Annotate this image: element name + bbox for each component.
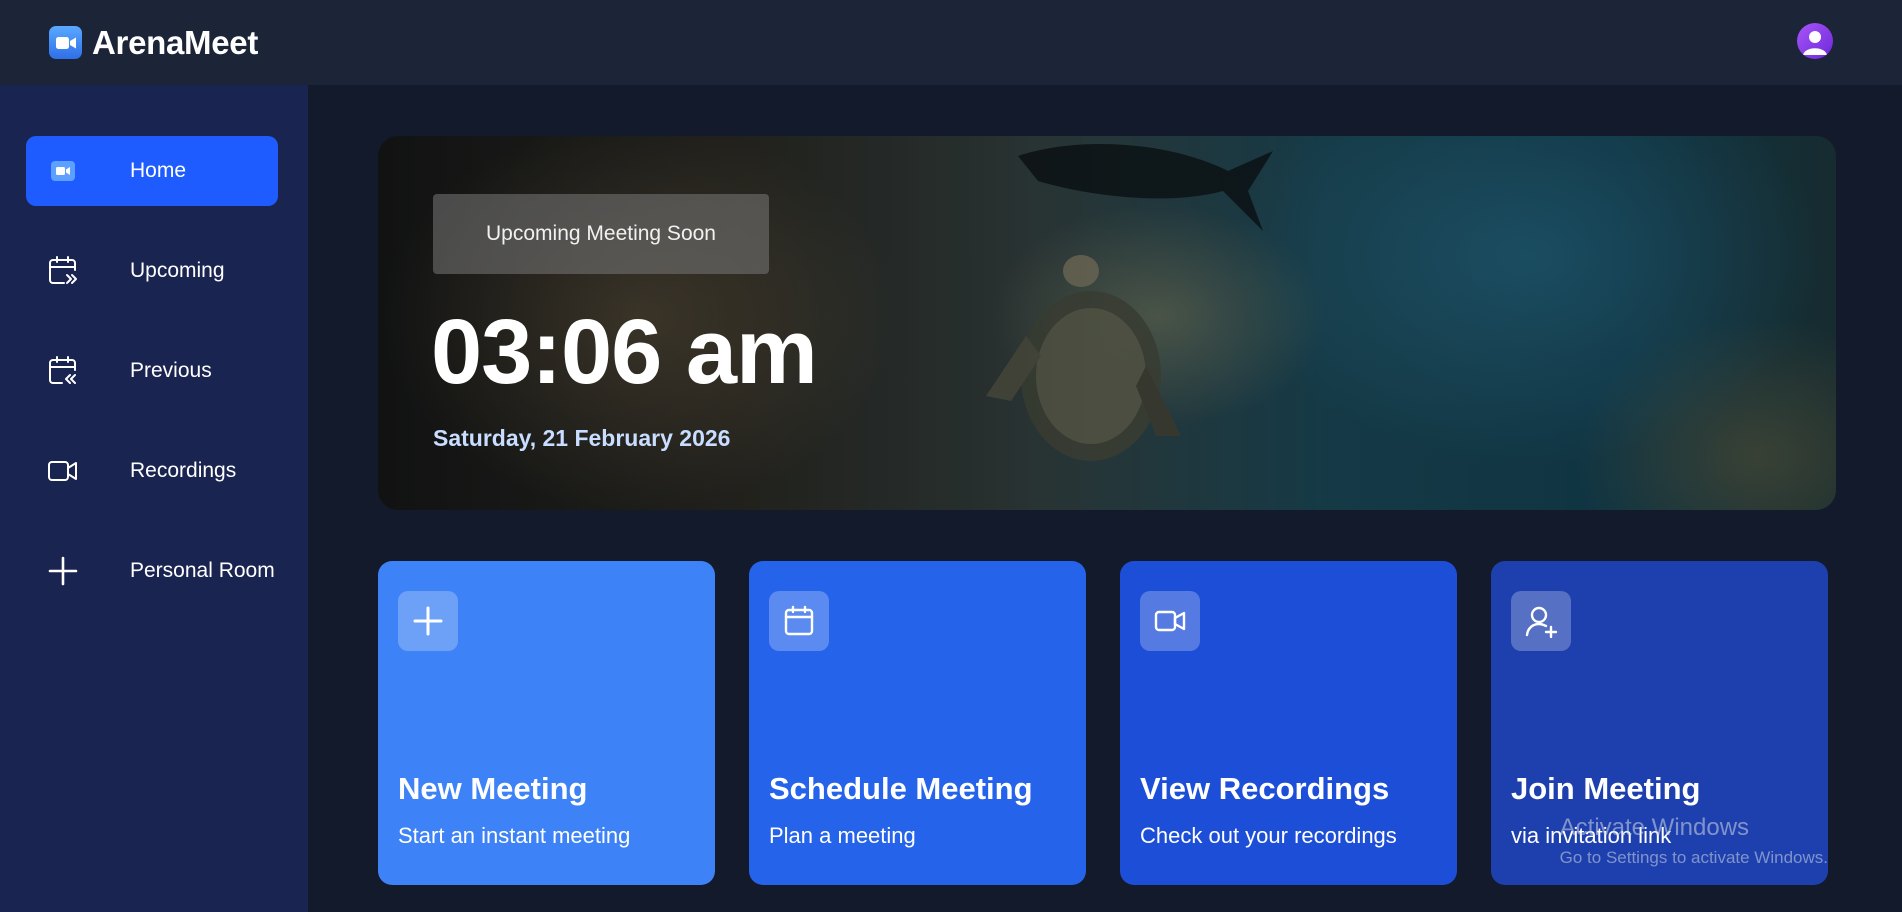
home-video-icon	[46, 154, 80, 188]
upcoming-meeting-badge: Upcoming Meeting Soon	[433, 194, 769, 274]
card-subtitle: Check out your recordings	[1140, 823, 1397, 848]
sidebar-item-label: Previous	[130, 359, 212, 382]
video-camera-icon	[49, 26, 82, 59]
calendar-forward-icon	[46, 254, 80, 288]
sidebar-item-personal-room[interactable]: Personal Room	[26, 536, 278, 606]
card-title: New Meeting	[398, 771, 588, 806]
sidebar-item-home[interactable]: Home	[26, 136, 278, 206]
sidebar-item-recordings[interactable]: Recordings	[26, 436, 278, 506]
card-subtitle: Start an instant meeting	[398, 823, 631, 848]
calendar-back-icon	[46, 354, 80, 388]
card-title: View Recordings	[1140, 771, 1390, 806]
watermark-title: Activate Windows	[1559, 814, 1750, 841]
sidebar-item-label: Home	[130, 159, 187, 182]
app-logo[interactable]: ArenaMeet	[49, 24, 258, 62]
current-date: Saturday, 21 February 2026	[433, 425, 731, 451]
video-icon	[46, 454, 80, 488]
sidebar-item-label: Personal Room	[130, 559, 275, 582]
card-title: Schedule Meeting	[769, 771, 1033, 806]
view-recordings-card[interactable]: View Recordings Check out your recording…	[1120, 561, 1457, 885]
main-content: Upcoming Meeting Soon 03:06 am Saturday,…	[308, 85, 1902, 912]
card-subtitle: Plan a meeting	[769, 823, 916, 848]
user-plus-icon	[1511, 591, 1571, 651]
sidebar-item-label: Recordings	[130, 459, 237, 482]
sidebar-item-label: Upcoming	[130, 259, 225, 282]
schedule-meeting-card[interactable]: Schedule Meeting Plan a meeting	[749, 561, 1086, 885]
sidebar: Home Upcoming Previous Recordings Person…	[0, 85, 308, 912]
new-meeting-card[interactable]: New Meeting Start an instant meeting	[378, 561, 715, 885]
hero-banner: Upcoming Meeting Soon 03:06 am Saturday,…	[378, 136, 1836, 510]
sidebar-item-upcoming[interactable]: Upcoming	[26, 236, 278, 306]
watermark-subtitle: Go to Settings to activate Windows.	[1559, 848, 1828, 867]
plus-icon	[46, 554, 80, 588]
plus-icon	[398, 591, 458, 651]
video-icon	[1140, 591, 1200, 651]
app-name: ArenaMeet	[92, 23, 259, 61]
calendar-icon	[769, 591, 829, 651]
card-title: Join Meeting	[1511, 771, 1701, 806]
current-time: 03:06 am	[431, 301, 818, 403]
user-avatar-icon[interactable]	[1797, 23, 1833, 59]
windows-activation-watermark: Activate Windows Go to Settings to activ…	[1560, 814, 1828, 868]
top-bar: ArenaMeet	[0, 0, 1902, 85]
sidebar-item-previous[interactable]: Previous	[26, 336, 278, 406]
